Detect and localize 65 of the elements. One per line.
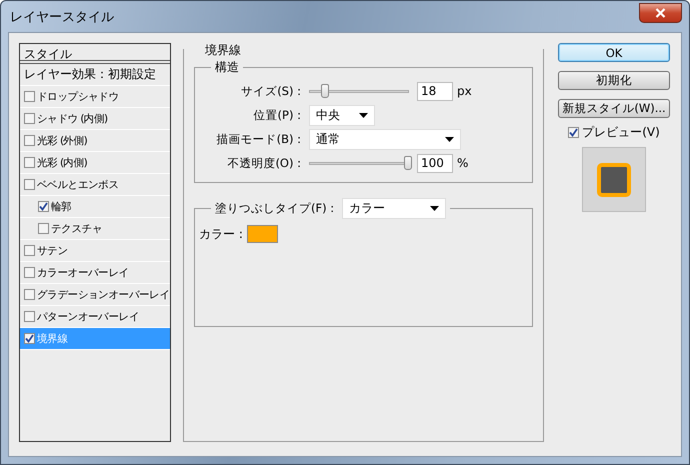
color-swatch[interactable] [246, 225, 278, 243]
sidebar-item[interactable]: カラーオーバーレイ [20, 262, 170, 284]
group-title: 構造 [214, 59, 240, 76]
checkbox[interactable] [38, 223, 49, 234]
slider-thumb[interactable] [404, 156, 412, 170]
item-label: カラーオーバーレイ [37, 266, 129, 280]
dialog-button[interactable]: 初期化 [558, 71, 670, 90]
checkbox[interactable] [24, 289, 35, 300]
checkbox[interactable] [38, 201, 49, 212]
sidebar-item[interactable]: 光彩 (外側) [20, 130, 170, 152]
item-label: サテン [37, 244, 68, 258]
square-icon [597, 162, 631, 196]
close-icon [655, 8, 666, 18]
number-field[interactable]: 100 [417, 154, 453, 172]
sidebar-item[interactable]: テクスチャ [20, 218, 170, 240]
slider-thumb[interactable] [320, 84, 329, 98]
checkbox[interactable] [24, 157, 35, 168]
item-label: テクスチャ [51, 222, 102, 236]
sidebar-item[interactable]: ベベルとエンボス [20, 174, 170, 196]
dropdown-caret-icon [430, 206, 440, 210]
window-title: レイヤースタイル [9, 8, 114, 26]
number-field[interactable]: 18 [417, 82, 453, 100]
sidebar-item[interactable]: レイヤー効果：初期設定 [20, 64, 170, 86]
item-label: 光彩 (外側) [37, 134, 87, 148]
item-label: グラデーションオーバーレイ [37, 288, 170, 302]
checkbox[interactable] [24, 311, 35, 322]
item-label: パターンオーバーレイ [37, 310, 140, 324]
field-label: 位置(P) : [252, 108, 302, 122]
item-label: ドロップシャドウ [37, 90, 119, 104]
checkbox[interactable] [568, 127, 580, 138]
item-label: 光彩 (内側) [37, 156, 87, 170]
list-header: スタイル [20, 44, 170, 64]
field-label: 描画モード(B) : [216, 132, 302, 146]
checkbox[interactable] [24, 135, 35, 146]
checkbox[interactable] [24, 113, 35, 124]
dialog-button[interactable]: OK [558, 43, 670, 62]
close-button[interactable] [639, 2, 682, 22]
sidebar-item[interactable]: シャドウ (内側) [20, 108, 170, 130]
item-label: 輪郭 [51, 200, 72, 214]
dropdown-caret-icon [359, 112, 368, 118]
dropdown-caret-icon [445, 136, 454, 142]
sidebar-item[interactable]: サテン [20, 240, 170, 262]
checkbox[interactable] [24, 245, 35, 256]
sidebar-item[interactable]: 輪郭 [20, 196, 170, 218]
dialog-button[interactable]: 新規スタイル(W)... [558, 99, 670, 118]
checkbox[interactable] [24, 333, 35, 344]
dropdown[interactable]: 通常 [309, 128, 461, 150]
field-label: 不透明度(O) : [226, 156, 302, 170]
dropdown[interactable]: カラー [342, 198, 446, 218]
unit-label: px [457, 84, 472, 98]
sidebar-item[interactable]: グラデーションオーバーレイ [20, 284, 170, 306]
sidebar-item[interactable]: 光彩 (内側) [20, 152, 170, 174]
field-label: サイズ(S) : [240, 84, 302, 98]
item-label: ベベルとエンボス [37, 178, 119, 192]
unit-label: % [457, 156, 468, 170]
checkbox[interactable] [24, 91, 35, 102]
checkbox-label: プレビュー(V) [582, 124, 660, 141]
checkbox[interactable] [24, 179, 35, 190]
item-label: シャドウ (内側) [37, 112, 108, 126]
dropdown[interactable]: 中央 [309, 104, 375, 126]
sidebar-item[interactable]: ドロップシャドウ [20, 86, 170, 108]
item-label: 境界線 [37, 332, 68, 346]
field-label: カラー : [199, 226, 243, 242]
field-label: 塗りつぶしタイプ(F) : [215, 200, 336, 216]
checkbox[interactable] [24, 267, 35, 278]
